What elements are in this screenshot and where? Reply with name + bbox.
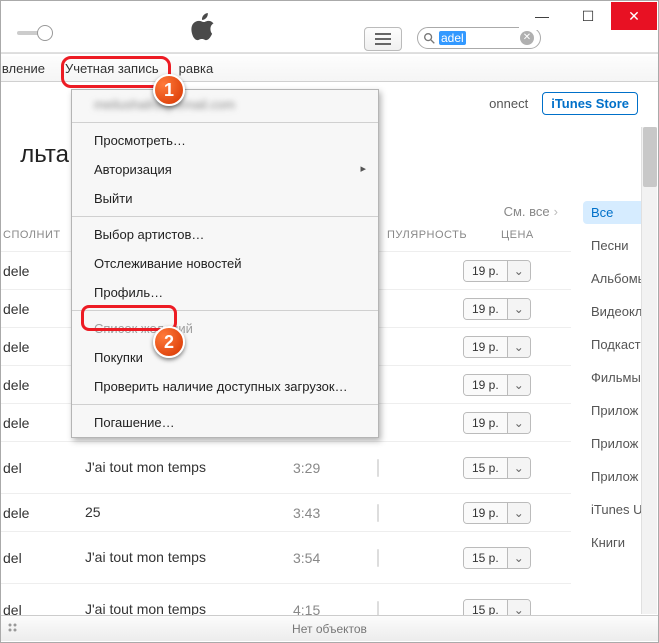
cell-price: 19 р.⌄ — [463, 374, 531, 396]
buy-button[interactable]: 15 р.⌄ — [463, 547, 531, 569]
scrollbar-thumb[interactable] — [643, 127, 657, 187]
cell-price: 15 р.⌄ — [463, 547, 531, 569]
buy-button[interactable]: 19 р.⌄ — [463, 374, 531, 396]
cell-title: 25 — [85, 504, 225, 521]
cell-time: 3:29 — [293, 460, 353, 476]
table-row[interactable]: del J'ai tout mon temps 3:54 15 р.⌄ — [1, 531, 571, 583]
search-icon — [424, 33, 435, 44]
cell-price: 15 р.⌄ — [463, 457, 531, 479]
window-controls: — ☐ ✕ — [519, 2, 657, 30]
dd-redeem[interactable]: Погашение… — [72, 408, 378, 437]
menu-item-cut[interactable]: вление — [1, 57, 55, 80]
cell-price: 19 р.⌄ — [463, 502, 531, 524]
buy-button[interactable]: 19 р.⌄ — [463, 260, 531, 282]
cell-title: J'ai tout mon temps — [85, 549, 225, 566]
buy-button[interactable]: 19 р.⌄ — [463, 412, 531, 434]
status-bar: Нет объектов — [1, 615, 658, 641]
buy-button[interactable]: 15 р.⌄ — [463, 457, 531, 479]
price-label: 19 р. — [464, 413, 507, 433]
see-all-text: См. все — [504, 204, 550, 219]
see-all-link[interactable]: См. все › — [504, 204, 558, 219]
nav-itunes-store[interactable]: iTunes Store — [542, 92, 638, 115]
price-label: 19 р. — [464, 261, 507, 281]
cell-artist: del — [1, 550, 71, 566]
dd-profile[interactable]: Профиль… — [72, 278, 378, 307]
buy-button[interactable]: 19 р.⌄ — [463, 336, 531, 358]
col-artist: СПОЛНИТ — [1, 229, 71, 241]
list-view-button[interactable] — [364, 27, 402, 51]
cell-artist: dele — [1, 505, 71, 521]
cell-price: 19 р.⌄ — [463, 336, 531, 358]
price-label: 15 р. — [464, 458, 507, 478]
cell-artist: dele — [1, 415, 71, 431]
nav-connect[interactable]: onnect — [489, 96, 528, 111]
apple-logo-icon — [191, 13, 215, 41]
minimize-button[interactable]: — — [519, 2, 565, 30]
chevron-right-icon: › — [554, 204, 558, 219]
cell-price: 19 р.⌄ — [463, 298, 531, 320]
cell-popularity — [377, 460, 441, 476]
dd-purchases[interactable]: Покупки — [72, 343, 378, 372]
chevron-down-icon[interactable]: ⌄ — [507, 458, 530, 478]
table-row[interactable]: dele 25 3:43 19 р.⌄ — [1, 493, 571, 531]
chevron-down-icon[interactable]: ⌄ — [507, 413, 530, 433]
account-dropdown: meilushaihs@email.com Просмотреть… Автор… — [71, 89, 379, 438]
col-price: ЦЕНА — [501, 229, 561, 241]
dd-choose-artists[interactable]: Выбор артистов… — [72, 220, 378, 249]
dd-signout[interactable]: Выйти — [72, 184, 378, 213]
search-box[interactable]: adel ✕ — [417, 27, 541, 49]
cell-artist: dele — [1, 301, 71, 317]
chevron-down-icon[interactable]: ⌄ — [507, 299, 530, 319]
buy-button[interactable]: 19 р.⌄ — [463, 502, 531, 524]
status-text: Нет объектов — [292, 622, 367, 636]
dd-check-downloads[interactable]: Проверить наличие доступных загрузок… — [72, 372, 378, 401]
dd-view[interactable]: Просмотреть… — [72, 126, 378, 155]
buy-button[interactable]: 19 р.⌄ — [463, 298, 531, 320]
menu-bar: вление Учетная запись равка — [1, 56, 658, 82]
cell-time: 3:54 — [293, 550, 353, 566]
cell-artist: del — [1, 460, 71, 476]
cell-popularity — [377, 550, 441, 566]
volume-slider-thumb[interactable] — [37, 25, 53, 41]
cell-title: J'ai tout mon temps — [85, 459, 225, 476]
chevron-down-icon[interactable]: ⌄ — [507, 548, 530, 568]
dd-user-email: meilushaihs@email.com — [72, 90, 378, 119]
search-query-text: adel — [439, 31, 466, 45]
price-label: 19 р. — [464, 503, 507, 523]
cell-time: 3:43 — [293, 505, 353, 521]
status-grip-icon — [7, 622, 21, 636]
cell-popularity — [377, 505, 441, 521]
chevron-down-icon[interactable]: ⌄ — [507, 503, 530, 523]
col-popularity: ПУЛЯРНОСТЬ — [387, 229, 471, 241]
cell-popularity — [377, 301, 441, 317]
dd-news[interactable]: Отслеживание новостей — [72, 249, 378, 278]
annotation-badge-2: 2 — [153, 326, 185, 358]
cell-artist: dele — [1, 377, 71, 393]
price-label: 19 р. — [464, 375, 507, 395]
menu-item-account[interactable]: Учетная запись — [55, 57, 169, 80]
cell-popularity — [377, 377, 441, 393]
cell-artist: dele — [1, 263, 71, 279]
clear-search-icon[interactable]: ✕ — [520, 31, 534, 45]
table-row[interactable]: del J'ai tout mon temps 3:29 15 р.⌄ — [1, 441, 571, 493]
vertical-scrollbar[interactable] — [641, 127, 657, 614]
chevron-down-icon[interactable]: ⌄ — [507, 261, 530, 281]
cell-price: 19 р.⌄ — [463, 412, 531, 434]
dd-wishlist: Список желаний — [72, 314, 378, 343]
title-bar: adel ✕ — ☐ ✕ — [1, 1, 658, 53]
cell-price: 19 р.⌄ — [463, 260, 531, 282]
close-button[interactable]: ✕ — [611, 2, 657, 30]
cell-popularity — [377, 339, 441, 355]
maximize-button[interactable]: ☐ — [565, 2, 611, 30]
price-label: 19 р. — [464, 299, 507, 319]
dd-authorization[interactable]: Авторизация — [72, 155, 378, 184]
chevron-down-icon[interactable]: ⌄ — [507, 337, 530, 357]
cell-popularity — [377, 415, 441, 431]
price-label: 15 р. — [464, 548, 507, 568]
cell-artist: dele — [1, 339, 71, 355]
annotation-badge-1: 1 — [153, 74, 185, 106]
price-label: 19 р. — [464, 337, 507, 357]
section-heading: льта — [1, 141, 69, 169]
chevron-down-icon[interactable]: ⌄ — [507, 375, 530, 395]
